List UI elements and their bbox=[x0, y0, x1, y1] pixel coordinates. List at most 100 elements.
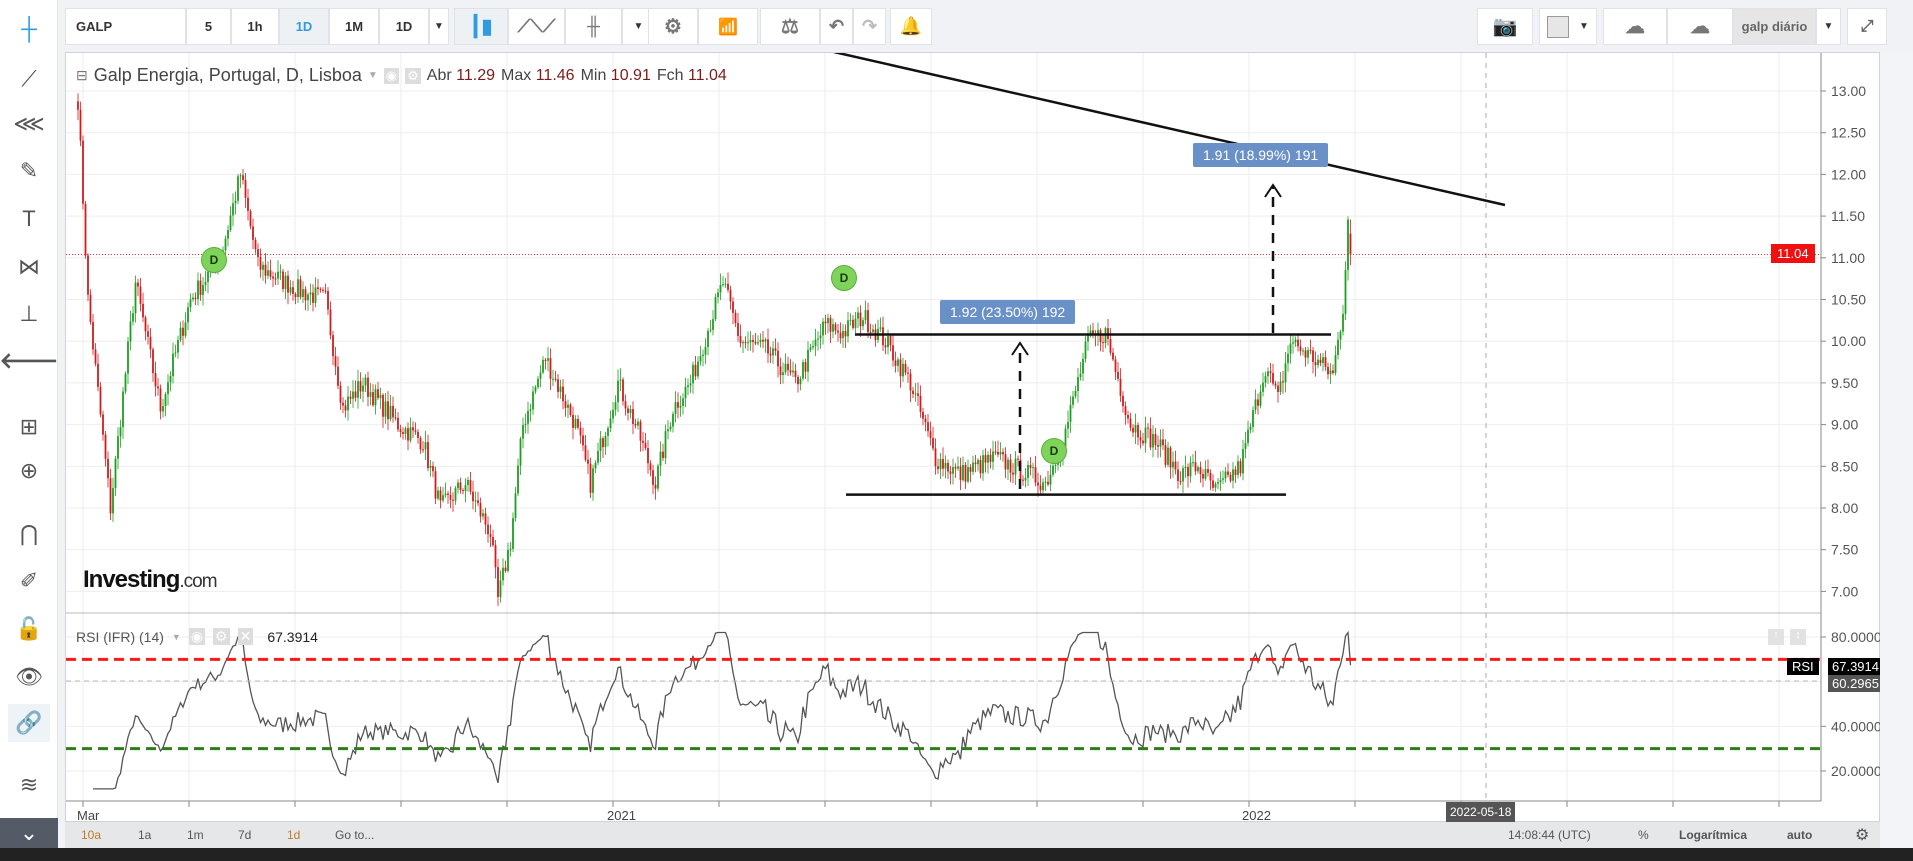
candle bbox=[472, 491, 474, 502]
candles-style-button[interactable]: ┃▮ bbox=[454, 8, 508, 45]
chart-canvas[interactable]: 13.00 12.50 12.00 11.50 11.00 10.50 10.00 9.50 9… bbox=[66, 53, 1881, 823]
candle bbox=[319, 288, 322, 290]
candle bbox=[887, 336, 889, 348]
gear-icon[interactable]: ⚙ bbox=[405, 67, 421, 84]
candle bbox=[1334, 355, 1337, 374]
back-tool[interactable]: 🡐 bbox=[0, 342, 59, 380]
magnet-tool[interactable]: ⋂ bbox=[8, 515, 50, 553]
text-tool[interactable]: T bbox=[8, 200, 50, 238]
visibility-icon[interactable]: ◉ bbox=[188, 628, 206, 645]
interval-1h[interactable]: 1h bbox=[231, 8, 279, 45]
settings-button[interactable]: ⚙ bbox=[648, 8, 698, 45]
candle bbox=[324, 290, 327, 292]
close-icon[interactable]: ✕ bbox=[237, 628, 254, 645]
undo-button[interactable]: ↶ bbox=[820, 8, 853, 45]
interval-1d[interactable]: 1D bbox=[279, 8, 329, 45]
candle bbox=[414, 430, 417, 432]
interval-dropdown[interactable]: ▼ bbox=[429, 8, 449, 45]
candle bbox=[884, 345, 887, 348]
lock-tool[interactable]: 🔓 bbox=[8, 610, 50, 648]
chart-area[interactable]: 13.00 12.50 12.00 11.50 11.00 10.50 10.00 9.50 9… bbox=[65, 52, 1886, 823]
move-up-button[interactable]: ↑ bbox=[1768, 629, 1784, 645]
zoom-range-tool[interactable]: ⊞ bbox=[8, 408, 50, 446]
interval-5[interactable]: 5 bbox=[186, 8, 231, 45]
candle bbox=[584, 445, 587, 460]
color-button[interactable]: ▼ bbox=[1539, 8, 1597, 45]
trash-tool[interactable]: ⌄ bbox=[0, 818, 58, 848]
range-1m[interactable]: 1m bbox=[187, 828, 204, 842]
candle bbox=[544, 359, 547, 361]
candle bbox=[329, 309, 332, 336]
percent-toggle[interactable]: % bbox=[1638, 828, 1649, 842]
range-7d[interactable]: 7d bbox=[238, 828, 251, 842]
gear-icon[interactable]: ⚙ bbox=[213, 628, 230, 645]
caret-down-icon[interactable]: ▼ bbox=[172, 632, 181, 642]
trendline-tool[interactable]: ⟋ bbox=[8, 60, 50, 98]
range-1d[interactable]: 1d bbox=[287, 828, 300, 842]
candle bbox=[502, 567, 504, 581]
pattern-tool[interactable]: ⋈ bbox=[8, 248, 50, 286]
caret-down-icon[interactable]: ▼ bbox=[368, 70, 378, 81]
fullscreen-button[interactable]: ⤢ bbox=[1847, 8, 1887, 45]
bar-style-button[interactable]: ╫ bbox=[565, 8, 622, 45]
gear-icon[interactable]: ⚙ bbox=[1855, 825, 1869, 845]
interval-1m[interactable]: 1M bbox=[329, 8, 379, 45]
rsi-tick-label: 80.0000 bbox=[1831, 629, 1881, 645]
visibility-icon[interactable]: ◉ bbox=[383, 67, 400, 84]
dividend-marker[interactable]: D bbox=[1041, 438, 1067, 464]
candle bbox=[714, 297, 717, 320]
indicators-button[interactable]: 📶 bbox=[698, 8, 758, 45]
redo-button[interactable]: ↷ bbox=[853, 8, 886, 45]
dividend-marker[interactable]: D bbox=[831, 265, 857, 291]
zoom-in-tool[interactable]: ⊕ bbox=[8, 452, 50, 490]
lock-drawings-tool[interactable]: ✐ bbox=[8, 562, 50, 600]
candle bbox=[1002, 451, 1004, 455]
candle bbox=[832, 324, 834, 332]
range-1y[interactable]: 1a bbox=[138, 828, 151, 842]
visibility-tool[interactable]: 👁 bbox=[8, 658, 50, 696]
collapse-icon[interactable]: ⊟ bbox=[76, 67, 88, 84]
brush-tool[interactable]: ✎ bbox=[8, 152, 50, 190]
price-tick-label: 9.00 bbox=[1831, 417, 1858, 433]
measure-label-2[interactable]: 1.91 (18.99%) 191 bbox=[1193, 143, 1329, 167]
load-layout-button[interactable]: ☁ bbox=[1603, 8, 1667, 45]
line-style-button[interactable]: ⟋⟍⟋ bbox=[508, 8, 565, 45]
candle bbox=[509, 548, 512, 551]
caret-down-icon: ▼ bbox=[1823, 21, 1834, 32]
crosshair-tool[interactable]: ┼ bbox=[8, 10, 50, 48]
layers-tool[interactable]: ≋ bbox=[8, 766, 50, 804]
range-10y[interactable]: 10a bbox=[81, 828, 101, 842]
candle bbox=[952, 467, 954, 474]
candle bbox=[974, 462, 977, 465]
link-tool[interactable]: 🔗 bbox=[8, 704, 50, 742]
maximize-pane-button[interactable]: ↕ bbox=[1790, 629, 1806, 645]
layers-icon: ≋ bbox=[19, 772, 39, 797]
candle bbox=[857, 312, 859, 319]
snapshot-button[interactable]: 📷 bbox=[1477, 8, 1533, 45]
bars-icon: ╫ bbox=[587, 16, 600, 36]
candle bbox=[1324, 357, 1327, 367]
candle bbox=[1297, 339, 1299, 347]
save-layout-button[interactable]: ☁ bbox=[1667, 8, 1733, 45]
goto-button[interactable]: Go to... bbox=[335, 828, 374, 842]
log-toggle[interactable]: Logarítmica bbox=[1679, 828, 1747, 842]
candle bbox=[402, 432, 404, 435]
pitchfork-tool[interactable]: ⋘ bbox=[8, 105, 50, 143]
rsi-line bbox=[93, 630, 1352, 790]
layout-name[interactable]: galp diário bbox=[1733, 8, 1816, 45]
layout-dropdown[interactable]: ▼ bbox=[1816, 8, 1841, 45]
pitchfork-icon: ⋘ bbox=[13, 111, 45, 136]
alert-button[interactable]: 🔔 bbox=[890, 8, 932, 45]
measure-tool[interactable]: ⊥ bbox=[8, 295, 50, 333]
dividend-marker[interactable]: D bbox=[201, 247, 227, 273]
measure-label-1[interactable]: 1.92 (23.50%) 192 bbox=[940, 300, 1076, 324]
candle bbox=[622, 379, 624, 402]
candle bbox=[822, 321, 824, 336]
legend-title: Galp Energia, Portugal, D, Lisboa bbox=[93, 65, 362, 85]
candle bbox=[1142, 440, 1144, 444]
compare-button[interactable]: ⚖ bbox=[760, 8, 820, 45]
interval-custom[interactable]: 1D bbox=[379, 8, 429, 45]
auto-toggle[interactable]: auto bbox=[1787, 828, 1812, 842]
candle bbox=[1312, 350, 1314, 363]
symbol-input[interactable]: GALP bbox=[65, 8, 186, 45]
